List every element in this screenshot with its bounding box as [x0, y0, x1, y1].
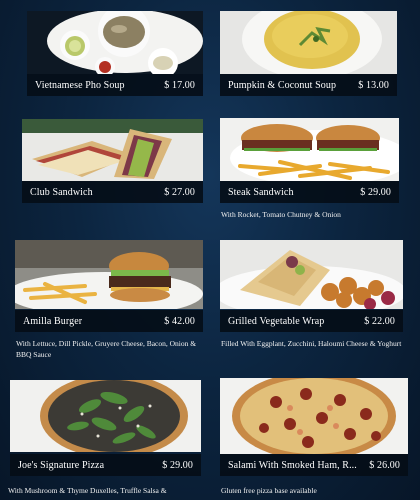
item-price: $ 29.00 — [162, 459, 193, 471]
item-name: Steak Sandwich — [228, 186, 294, 198]
vegetable-wrap-photo — [220, 240, 403, 309]
club-sandwich-namebar: Club Sandwich $ 27.00 — [22, 181, 203, 203]
menu-item-steak-sandwich[interactable]: Steak Sandwich $ 29.00 — [220, 118, 399, 204]
salami-pizza-description: Gluten free pizza base available — [221, 486, 317, 495]
menu-item-club-sandwich[interactable]: Club Sandwich $ 27.00 — [22, 119, 203, 204]
item-price: $ 42.00 — [164, 315, 195, 327]
item-price: $ 29.00 — [360, 186, 391, 198]
signature-pizza-photo — [10, 380, 201, 452]
steak-sandwich-photo — [220, 118, 399, 181]
item-name: Vietnamese Pho Soup — [35, 79, 125, 91]
menu-item-salami-pizza[interactable]: Salami With Smoked Ham, R... $ 26.00 — [220, 378, 408, 476]
menu-item-vegetable-wrap[interactable]: Grilled Vegetable Wrap $ 22.00 — [220, 240, 403, 332]
pho-soup-photo — [27, 11, 203, 74]
item-name: Joe's Signature Pizza — [18, 459, 105, 471]
item-price: $ 26.00 — [369, 459, 400, 471]
item-price: $ 13.00 — [358, 79, 389, 91]
pho-soup-namebar: Vietnamese Pho Soup $ 17.00 — [27, 74, 203, 96]
vegetable-wrap-namebar: Grilled Vegetable Wrap $ 22.00 — [220, 310, 403, 332]
item-name: Club Sandwich — [30, 186, 93, 198]
amilla-burger-photo — [15, 240, 203, 309]
club-sandwich-photo — [22, 119, 203, 181]
menu-item-amilla-burger[interactable]: Amilla Burger $ 42.00 — [15, 240, 203, 332]
salami-pizza-namebar: Salami With Smoked Ham, R... $ 26.00 — [220, 454, 408, 476]
signature-pizza-description: With Mushroom & Thyme Duxelles, Truffle … — [8, 486, 167, 495]
item-price: $ 22.00 — [364, 315, 395, 327]
item-name: Salami With Smoked Ham, R... — [228, 459, 357, 471]
pumpkin-soup-namebar: Pumpkin & Coconut Soup $ 13.00 — [220, 74, 397, 96]
item-price: $ 27.00 — [164, 186, 195, 198]
item-name: Pumpkin & Coconut Soup — [228, 79, 337, 91]
item-name: Grilled Vegetable Wrap — [228, 315, 325, 327]
menu-item-pho-soup[interactable]: Vietnamese Pho Soup $ 17.00 — [27, 11, 203, 96]
menu-item-signature-pizza[interactable]: Joe's Signature Pizza $ 29.00 — [10, 380, 201, 476]
amilla-burger-description: With Lettuce, Dill Pickle, Gruyere Chees… — [16, 339, 197, 359]
steak-sandwich-description: With Rocket, Tomato Chutney & Onion — [221, 210, 341, 219]
item-name: Amilla Burger — [23, 315, 83, 327]
menu-item-pumpkin-soup[interactable]: Pumpkin & Coconut Soup $ 13.00 — [220, 11, 397, 96]
salami-pizza-photo — [220, 378, 408, 454]
steak-sandwich-namebar: Steak Sandwich $ 29.00 — [220, 181, 399, 203]
item-price: $ 17.00 — [164, 79, 195, 91]
signature-pizza-namebar: Joe's Signature Pizza $ 29.00 — [10, 454, 201, 476]
vegetable-wrap-description: Filled With Eggplant, Zucchini, Haloumi … — [221, 339, 402, 348]
pumpkin-soup-photo — [220, 11, 397, 74]
amilla-burger-namebar: Amilla Burger $ 42.00 — [15, 310, 203, 332]
